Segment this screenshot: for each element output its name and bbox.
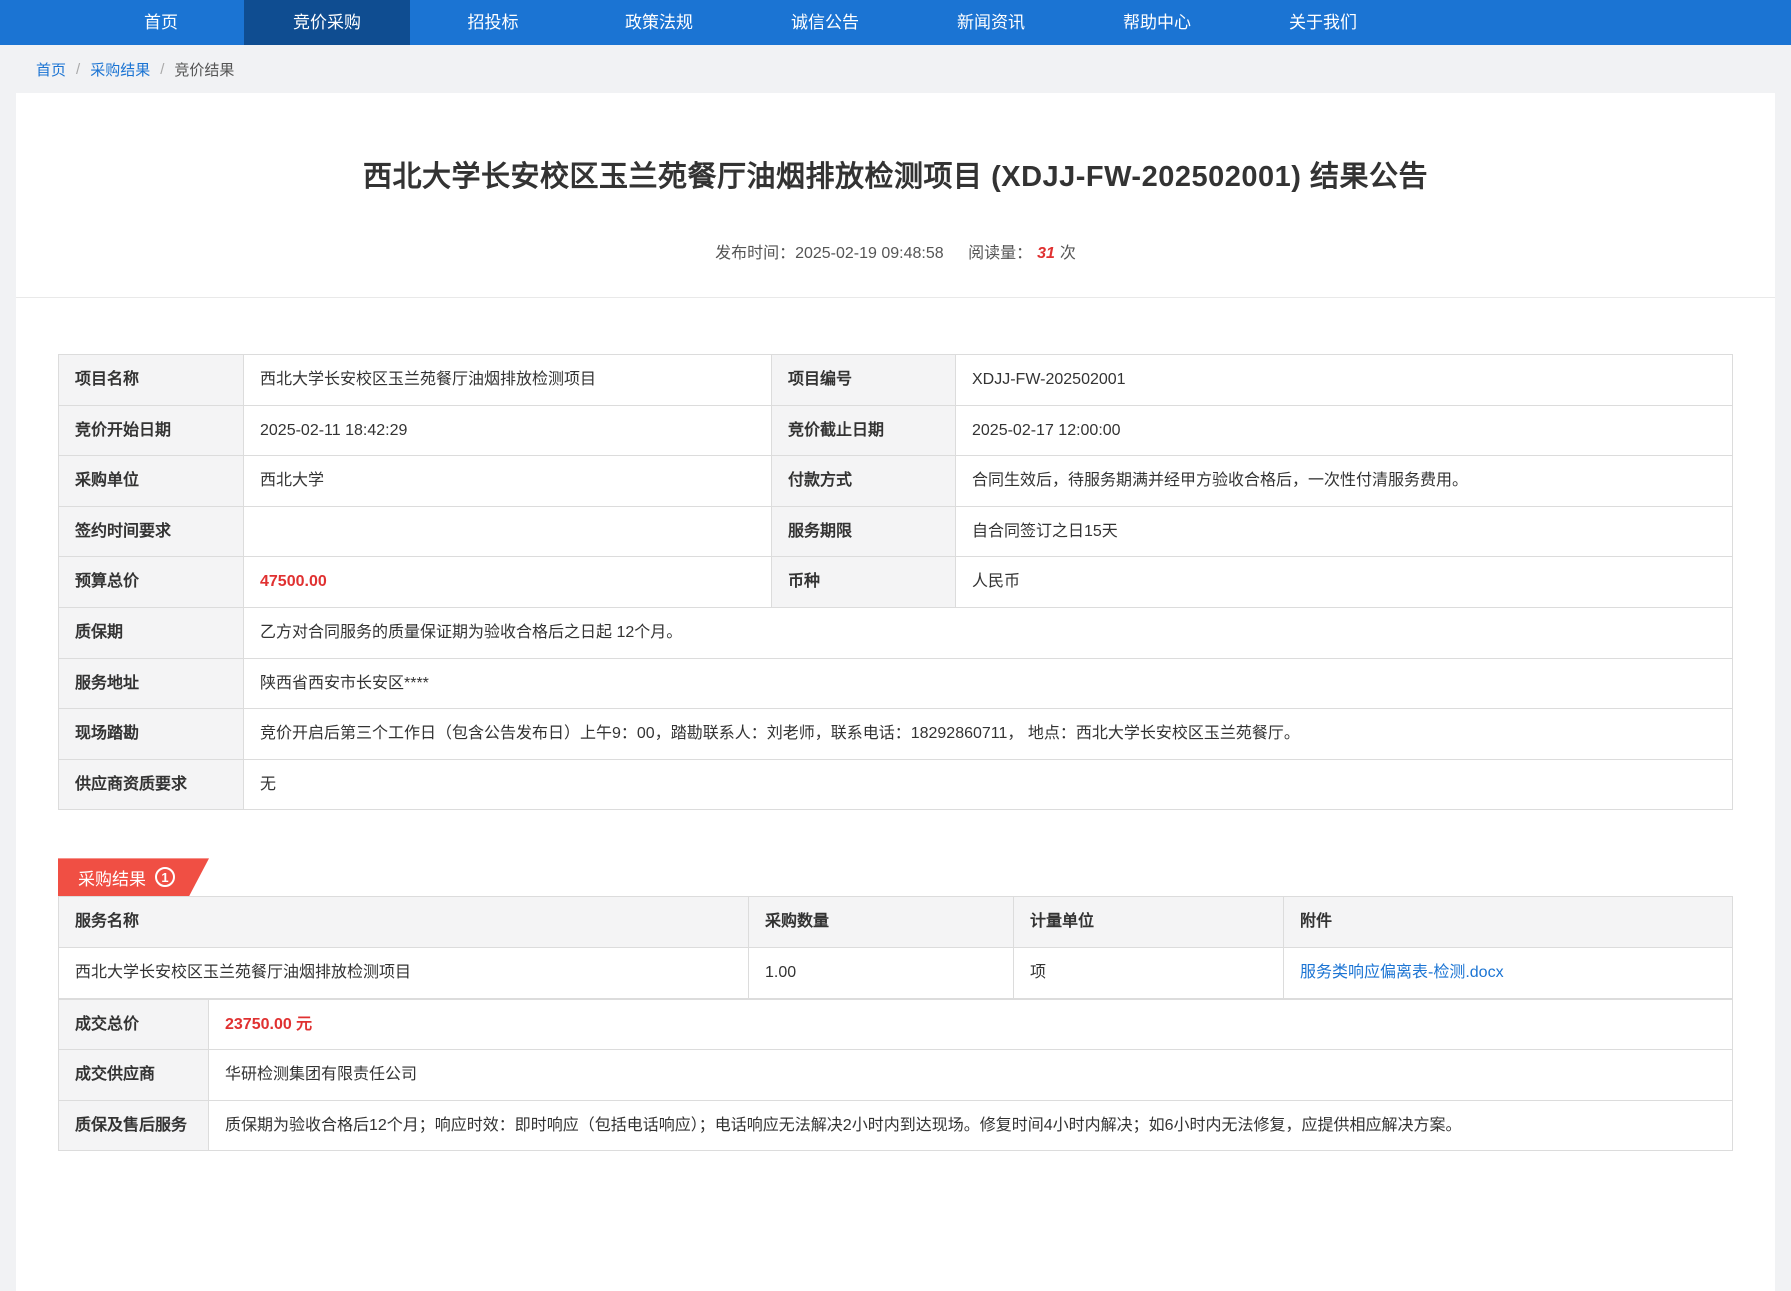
deal-total-label: 成交总价 xyxy=(59,999,209,1050)
warranty-label: 质保期 xyxy=(59,607,244,658)
page-title: 西北大学长安校区玉兰苑餐厅油烟排放检测项目 (XDJJ-FW-202502001… xyxy=(16,93,1775,195)
signing-time-value xyxy=(244,506,772,557)
result-table-header-row: 服务名称 采购数量 计量单位 附件 xyxy=(59,897,1733,948)
payment-method-value: 合同生效后，待服务期满并经甲方验收合格后，一次性付清服务费用。 xyxy=(956,456,1733,507)
summary-row: 质保及售后服务 质保期为验收合格后12个月；响应时效：即时响应（包括电话响应）；… xyxy=(59,1100,1733,1151)
publish-time: 发布时间：2025-02-19 09:48:58 xyxy=(715,245,948,262)
unit-value: 项 xyxy=(1014,947,1284,998)
bid-end-value: 2025-02-17 12:00:00 xyxy=(956,405,1733,456)
currency-value: 人民币 xyxy=(956,557,1733,608)
info-row: 采购单位 西北大学 付款方式 合同生效后，待服务期满并经甲方验收合格后，一次性付… xyxy=(59,456,1733,507)
publish-time-value: 2025-02-19 09:48:58 xyxy=(795,245,944,262)
info-row: 现场踏勘 竞价开启后第三个工作日（包含公告发布日）上午9：00，踏勘联系人：刘老… xyxy=(59,709,1733,760)
nav-item-bidding-purchase[interactable]: 竞价采购 xyxy=(244,0,410,45)
site-survey-value: 竞价开启后第三个工作日（包含公告发布日）上午9：00，踏勘联系人：刘老师，联系电… xyxy=(244,709,1733,760)
budget-total-amount: 47500.00 xyxy=(260,573,327,590)
supplier-qualification-label: 供应商资质要求 xyxy=(59,759,244,810)
info-row: 质保期 乙方对合同服务的质量保证期为验收合格后之日起 12个月。 xyxy=(59,607,1733,658)
breadcrumb-separator: / xyxy=(160,61,164,78)
announcement-card: 西北大学长安校区玉兰苑餐厅油烟排放检测项目 (XDJJ-FW-202502001… xyxy=(16,93,1775,1291)
winning-supplier-label: 成交供应商 xyxy=(59,1050,209,1101)
service-address-value: 陕西省西安市长安区**** xyxy=(244,658,1733,709)
attachment-download-link[interactable]: 服务类响应偏离表-检测.docx xyxy=(1300,964,1504,981)
service-address-label: 服务地址 xyxy=(59,658,244,709)
nav-item-news[interactable]: 新闻资讯 xyxy=(908,0,1074,45)
bid-start-label: 竞价开始日期 xyxy=(59,405,244,456)
purchase-result-table: 服务名称 采购数量 计量单位 附件 西北大学长安校区玉兰苑餐厅油烟排放检测项目 … xyxy=(58,896,1733,998)
budget-total-label: 预算总价 xyxy=(59,557,244,608)
view-count-label: 阅读量： xyxy=(968,245,1032,262)
publish-time-label: 发布时间： xyxy=(715,245,795,262)
nav-item-policy[interactable]: 政策法规 xyxy=(576,0,742,45)
view-count: 阅读量： 31 次 xyxy=(968,245,1076,262)
purchaser-label: 采购单位 xyxy=(59,456,244,507)
info-row: 供应商资质要求 无 xyxy=(59,759,1733,810)
nav-item-home[interactable]: 首页 xyxy=(78,0,244,45)
purchaser-value: 西北大学 xyxy=(244,456,772,507)
info-row: 项目名称 西北大学长安校区玉兰苑餐厅油烟排放检测项目 项目编号 XDJJ-FW-… xyxy=(59,355,1733,406)
purchase-qty-header: 采购数量 xyxy=(749,897,1014,948)
summary-row: 成交总价 23750.00 元 xyxy=(59,999,1733,1050)
currency-label: 币种 xyxy=(772,557,956,608)
payment-method-label: 付款方式 xyxy=(772,456,956,507)
deal-total-cell: 23750.00 元 xyxy=(209,999,1733,1050)
attachment-cell: 服务类响应偏离表-检测.docx xyxy=(1284,947,1733,998)
warranty-value: 乙方对合同服务的质量保证期为验收合格后之日起 12个月。 xyxy=(244,607,1733,658)
service-period-label: 服务期限 xyxy=(772,506,956,557)
breadcrumb-current: 竞价结果 xyxy=(174,59,234,80)
result-table-row: 西北大学长安校区玉兰苑餐厅油烟排放检测项目 1.00 项 服务类响应偏离表-检测… xyxy=(59,947,1733,998)
service-period-value: 自合同签订之日15天 xyxy=(956,506,1733,557)
bid-start-value: 2025-02-11 18:42:29 xyxy=(244,405,772,456)
view-count-unit: 次 xyxy=(1060,245,1076,262)
project-name-value: 西北大学长安校区玉兰苑餐厅油烟排放检测项目 xyxy=(244,355,772,406)
purchase-qty-value: 1.00 xyxy=(749,947,1014,998)
breadcrumb-home-link[interactable]: 首页 xyxy=(36,59,66,80)
info-row: 预算总价 47500.00 币种 人民币 xyxy=(59,557,1733,608)
service-name-header: 服务名称 xyxy=(59,897,749,948)
deal-summary-table: 成交总价 23750.00 元 成交供应商 华研检测集团有限责任公司 质保及售后… xyxy=(58,999,1733,1152)
breadcrumb: 首页 / 采购结果 / 竞价结果 xyxy=(0,45,1791,93)
signing-time-label: 签约时间要求 xyxy=(59,506,244,557)
site-survey-label: 现场踏勘 xyxy=(59,709,244,760)
warranty-service-value: 质保期为验收合格后12个月；响应时效：即时响应（包括电话响应）；电话响应无法解决… xyxy=(209,1100,1733,1151)
info-row: 服务地址 陕西省西安市长安区**** xyxy=(59,658,1733,709)
view-count-value: 31 xyxy=(1037,245,1055,262)
supplier-qualification-value: 无 xyxy=(244,759,1733,810)
project-info-table: 项目名称 西北大学长安校区玉兰苑餐厅油烟排放检测项目 项目编号 XDJJ-FW-… xyxy=(58,354,1733,810)
breadcrumb-purchase-results-link[interactable]: 采购结果 xyxy=(90,59,150,80)
nav-item-help-center[interactable]: 帮助中心 xyxy=(1074,0,1240,45)
attachment-header: 附件 xyxy=(1284,897,1733,948)
nav-item-integrity-notice[interactable]: 诚信公告 xyxy=(742,0,908,45)
deal-total-amount: 23750.00 元 xyxy=(225,1016,312,1033)
unit-header: 计量单位 xyxy=(1014,897,1284,948)
summary-row: 成交供应商 华研检测集团有限责任公司 xyxy=(59,1050,1733,1101)
service-name-value: 西北大学长安校区玉兰苑餐厅油烟排放检测项目 xyxy=(59,947,749,998)
warranty-service-label: 质保及售后服务 xyxy=(59,1100,209,1151)
nav-item-tender[interactable]: 招投标 xyxy=(410,0,576,45)
info-row: 竞价开始日期 2025-02-11 18:42:29 竞价截止日期 2025-0… xyxy=(59,405,1733,456)
project-code-value: XDJJ-FW-202502001 xyxy=(956,355,1733,406)
purchase-result-tag-badge: 1 xyxy=(155,867,175,887)
purchase-result-tag: 采购结果 1 xyxy=(58,858,209,896)
bid-end-label: 竞价截止日期 xyxy=(772,405,956,456)
project-code-label: 项目编号 xyxy=(772,355,956,406)
purchase-result-tag-label: 采购结果 xyxy=(78,865,146,890)
nav-item-about-us[interactable]: 关于我们 xyxy=(1240,0,1406,45)
breadcrumb-separator: / xyxy=(76,61,80,78)
section-divider xyxy=(16,297,1775,298)
winning-supplier-value: 华研检测集团有限责任公司 xyxy=(209,1050,1733,1101)
publish-meta: 发布时间：2025-02-19 09:48:58 阅读量： 31 次 xyxy=(16,239,1775,263)
budget-total-value: 47500.00 xyxy=(244,557,772,608)
top-navigation: 首页 竞价采购 招投标 政策法规 诚信公告 新闻资讯 帮助中心 关于我们 xyxy=(0,0,1791,45)
info-row: 签约时间要求 服务期限 自合同签订之日15天 xyxy=(59,506,1733,557)
project-name-label: 项目名称 xyxy=(59,355,244,406)
